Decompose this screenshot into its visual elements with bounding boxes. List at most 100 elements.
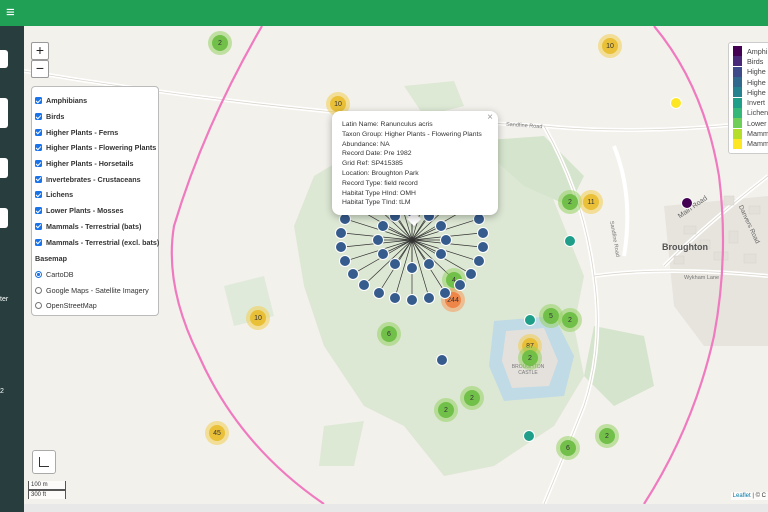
cluster-marker[interactable]: 2 <box>460 386 484 410</box>
layer-toggle[interactable]: Birds <box>35 109 155 125</box>
zoom-in-button[interactable]: + <box>31 42 49 60</box>
record-point[interactable] <box>564 235 576 247</box>
checkbox[interactable] <box>35 144 42 152</box>
attribution: Leaflet | © C <box>730 492 768 500</box>
layer-toggle[interactable]: Higher Plants - Ferns <box>35 124 155 140</box>
radio[interactable] <box>35 302 42 310</box>
legend-item: Highe <box>733 66 768 77</box>
record-point[interactable] <box>334 226 347 239</box>
checkbox[interactable] <box>35 175 42 183</box>
record-point[interactable] <box>338 255 351 268</box>
scale-bar: 100 m 300 ft <box>28 481 66 499</box>
checkbox[interactable] <box>35 238 42 246</box>
hamburger-icon[interactable]: ≡ <box>6 3 15 23</box>
legend-label: Birds <box>747 56 764 66</box>
popup-line: Record Date: Pre 1982 <box>342 150 412 158</box>
sidebar-input-3[interactable] <box>0 158 8 178</box>
cluster-marker[interactable]: 6 <box>556 436 580 460</box>
layer-toggle[interactable]: Lichens <box>35 187 155 203</box>
record-point[interactable] <box>523 430 535 442</box>
close-icon[interactable]: × <box>487 113 493 123</box>
sidebar-input-2[interactable] <box>0 98 8 128</box>
checkbox[interactable] <box>35 191 42 199</box>
basemap-title: Basemap <box>35 254 67 264</box>
basemap-option[interactable]: CartoDB <box>35 267 155 283</box>
layer-label: Lower Plants - Mosses <box>46 206 124 216</box>
record-point[interactable] <box>372 287 385 300</box>
cluster-marker[interactable]: 2 <box>595 424 619 448</box>
cluster-marker[interactable]: 6 <box>377 322 401 346</box>
record-point[interactable] <box>440 234 452 246</box>
popup-line: Location: Broughton Park <box>342 169 419 177</box>
layer-toggle[interactable]: Higher Plants - Flowering Plants <box>35 140 157 156</box>
record-point[interactable] <box>453 278 466 291</box>
legend-item: Invert <box>733 97 768 108</box>
checkbox[interactable] <box>35 207 42 215</box>
record-point[interactable] <box>436 354 448 366</box>
cluster-count: 6 <box>560 440 576 456</box>
layer-label: Higher Plants - Flowering Plants <box>46 143 157 153</box>
radio[interactable] <box>35 270 42 278</box>
checkbox[interactable] <box>35 128 42 136</box>
layer-toggle[interactable]: Amphibians <box>35 93 155 109</box>
basemap-label: Google Maps - Satellite Imagery <box>46 285 149 295</box>
cluster-marker[interactable]: 11 <box>579 190 603 214</box>
checkbox[interactable] <box>35 97 42 105</box>
map[interactable]: Sandfine Road Sandfine Road Main Road Da… <box>24 26 768 504</box>
record-point[interactable] <box>681 197 693 209</box>
checkbox[interactable] <box>35 222 42 230</box>
legend-label: Lichen <box>747 108 768 118</box>
basemap-label: OpenStreetMap <box>46 301 97 311</box>
sidebar: ter 2 <box>0 26 24 512</box>
layer-label: Mammals - Terrestrial (bats) <box>46 221 142 231</box>
cluster-count: 6 <box>381 326 397 342</box>
layer-toggle[interactable]: Mammals - Terrestrial (excl. bats) <box>35 234 159 250</box>
layer-toggle[interactable]: Lower Plants - Mosses <box>35 203 155 219</box>
legend-swatch <box>733 118 742 129</box>
record-point[interactable] <box>670 97 682 109</box>
record-point[interactable] <box>406 294 418 306</box>
layer-toggle[interactable]: Invertebrates - Crustaceans <box>35 171 155 187</box>
cluster-marker[interactable]: 2 <box>208 31 232 55</box>
basemap-option[interactable]: Google Maps - Satellite Imagery <box>35 282 155 298</box>
layer-toggle[interactable]: Higher Plants - Horsetails <box>35 156 155 172</box>
basemap-option[interactable]: OpenStreetMap <box>35 298 155 314</box>
draw-rectangle-button[interactable] <box>32 450 56 474</box>
sidebar-input-4[interactable] <box>0 208 8 228</box>
cluster-marker[interactable]: 2 <box>558 308 582 332</box>
legend-swatch <box>733 56 742 67</box>
record-point[interactable] <box>346 268 359 281</box>
record-point[interactable] <box>376 248 389 260</box>
cluster-marker[interactable]: 2 <box>434 398 458 422</box>
record-point[interactable] <box>372 234 384 246</box>
cluster-marker[interactable]: 2 <box>518 346 542 370</box>
legend-item: Birds <box>733 56 768 67</box>
layer-label: Mammals - Terrestrial (excl. bats) <box>46 237 160 247</box>
sidebar-input-1[interactable] <box>0 50 8 68</box>
cluster-count: 10 <box>602 38 618 54</box>
legend-swatch <box>733 46 742 57</box>
record-point[interactable] <box>334 241 347 254</box>
cluster-marker[interactable]: 10 <box>246 306 270 330</box>
popup-line: Habitat Type TInd: tLM <box>342 199 411 207</box>
record-point[interactable] <box>388 292 401 305</box>
legend-item: Amphi <box>733 46 768 57</box>
record-point[interactable] <box>406 262 418 274</box>
popup-line: Record Type: field record <box>342 179 418 187</box>
record-point[interactable] <box>376 220 389 232</box>
zoom-out-button[interactable]: − <box>31 60 49 78</box>
cluster-count: 2 <box>464 390 480 406</box>
cluster-marker[interactable]: 45 <box>205 421 229 445</box>
checkbox[interactable] <box>35 160 42 168</box>
cluster-marker[interactable]: 10 <box>598 34 622 58</box>
leaflet-link[interactable]: Leaflet <box>733 493 751 499</box>
layer-toggle[interactable]: Mammals - Terrestrial (bats) <box>35 219 155 235</box>
legend-swatch <box>733 66 742 77</box>
top-bar: ≡ <box>0 0 768 26</box>
checkbox[interactable] <box>35 113 42 121</box>
cluster-count: 2 <box>562 312 578 328</box>
record-point[interactable] <box>524 314 536 326</box>
layer-label: Amphibians <box>46 96 88 106</box>
radio[interactable] <box>35 286 42 294</box>
legend-item: Highe <box>733 77 768 88</box>
